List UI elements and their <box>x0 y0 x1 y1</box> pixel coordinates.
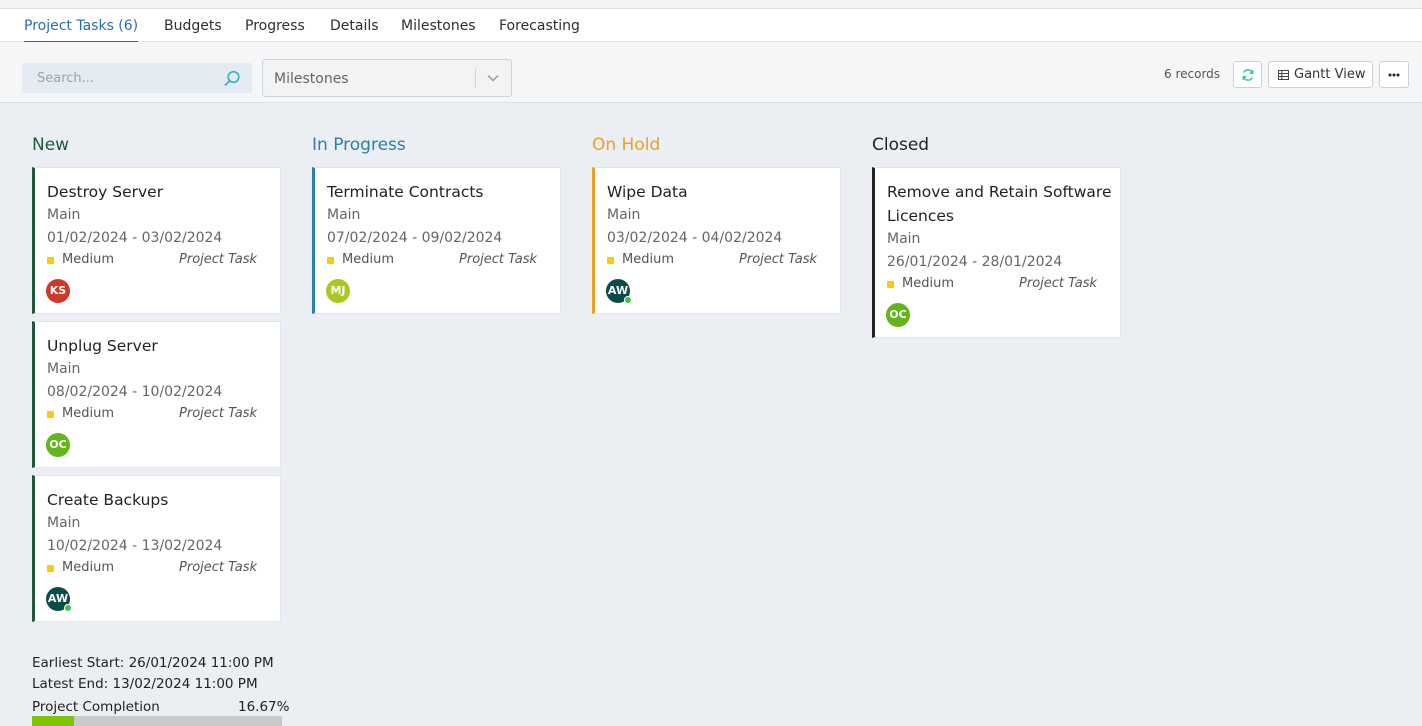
task-priority: Medium <box>342 252 394 267</box>
priority-dot-icon <box>607 257 614 264</box>
assignee-avatar[interactable]: MJ <box>326 279 350 303</box>
search-icon[interactable] <box>224 70 241 87</box>
refresh-button[interactable] <box>1233 61 1262 88</box>
toolbar: Milestones 6 records Gantt View <box>0 42 1422 103</box>
tab-forecasting[interactable]: Forecasting <box>499 18 580 34</box>
avatar-initials: KS <box>49 284 67 297</box>
task-meta: Medium Project Task <box>47 252 257 270</box>
task-milestone: Main <box>47 207 81 223</box>
task-priority: Medium <box>62 560 114 575</box>
task-type: Project Task <box>739 252 817 267</box>
task-card-create-backups[interactable]: Create Backups Main 10/02/2024 - 13/02/2… <box>32 475 281 622</box>
more-options-button[interactable] <box>1379 61 1409 88</box>
tab-project-tasks[interactable]: Project Tasks (6) <box>24 18 139 43</box>
milestones-select-value: Milestones <box>274 71 349 87</box>
task-card-unplug-server[interactable]: Unplug Server Main 08/02/2024 - 10/02/20… <box>32 321 281 468</box>
tab-milestones[interactable]: Milestones <box>401 18 476 34</box>
task-priority: Medium <box>62 406 114 421</box>
task-card-destroy-server[interactable]: Destroy Server Main 01/02/2024 - 03/02/2… <box>32 167 281 314</box>
task-dates: 08/02/2024 - 10/02/2024 <box>47 384 223 400</box>
task-title[interactable]: Unplug Server <box>47 334 272 358</box>
search-input[interactable] <box>22 63 217 93</box>
task-meta: Medium Project Task <box>887 276 1097 294</box>
task-meta: Medium Project Task <box>47 406 257 424</box>
tab-budgets[interactable]: Budgets <box>164 18 222 34</box>
task-title[interactable]: Remove and Retain Software Licences <box>887 180 1112 228</box>
avatar-initials: OC <box>49 438 67 451</box>
task-type: Project Task <box>179 406 257 421</box>
avatar-initials: OC <box>889 308 907 321</box>
assignee-avatar[interactable]: AW <box>606 279 632 304</box>
tab-progress[interactable]: Progress <box>245 18 305 34</box>
refresh-icon <box>1242 69 1254 81</box>
milestones-select[interactable]: Milestones <box>262 59 512 97</box>
priority-dot-icon <box>47 565 54 572</box>
tab-details[interactable]: Details <box>330 18 379 34</box>
online-status-icon <box>624 296 632 304</box>
priority-dot-icon <box>887 281 894 288</box>
avatar-initials: AW <box>607 284 629 297</box>
earliest-start: Earliest Start: 26/01/2024 11:00 PM <box>32 655 274 671</box>
task-type: Project Task <box>459 252 537 267</box>
record-count: 6 records <box>1164 67 1221 81</box>
task-title[interactable]: Terminate Contracts <box>327 180 552 204</box>
task-milestone: Main <box>47 515 81 531</box>
task-milestone: Main <box>887 231 921 247</box>
task-title[interactable]: Destroy Server <box>47 180 272 204</box>
task-priority: Medium <box>622 252 674 267</box>
task-meta: Medium Project Task <box>47 560 257 578</box>
task-meta: Medium Project Task <box>607 252 817 270</box>
gantt-view-button[interactable]: Gantt View <box>1268 61 1373 88</box>
online-status-icon <box>64 604 72 612</box>
task-priority: Medium <box>62 252 114 267</box>
avatar-initials: MJ <box>330 284 346 297</box>
chevron-down-icon[interactable] <box>486 71 500 85</box>
task-milestone: Main <box>47 361 81 377</box>
task-dates: 26/01/2024 - 28/01/2024 <box>887 254 1063 270</box>
task-card-terminate-contracts[interactable]: Terminate Contracts Main 07/02/2024 - 09… <box>312 167 561 314</box>
task-dates: 07/02/2024 - 09/02/2024 <box>327 230 503 246</box>
task-title[interactable]: Create Backups <box>47 488 272 512</box>
task-milestone: Main <box>607 207 641 223</box>
task-dates: 01/02/2024 - 03/02/2024 <box>47 230 223 246</box>
column-header-new: New <box>32 135 70 155</box>
more-icon <box>1388 73 1400 77</box>
task-dates: 10/02/2024 - 13/02/2024 <box>47 538 223 554</box>
task-title[interactable]: Wipe Data <box>607 180 832 204</box>
task-type: Project Task <box>179 252 257 267</box>
task-card-wipe-data[interactable]: Wipe Data Main 03/02/2024 - 04/02/2024 M… <box>592 167 841 314</box>
column-header-in-progress: In Progress <box>312 135 406 155</box>
column-header-on-hold: On Hold <box>592 135 661 155</box>
column-header-closed: Closed <box>872 135 930 155</box>
progress-bar-fill <box>32 716 74 726</box>
assignee-avatar[interactable]: AW <box>46 587 72 612</box>
task-meta: Medium Project Task <box>327 252 537 270</box>
gantt-view-label: Gantt View <box>1294 67 1366 82</box>
priority-dot-icon <box>47 257 54 264</box>
avatar-initials: AW <box>47 592 69 605</box>
task-milestone: Main <box>327 207 361 223</box>
table-icon <box>1278 70 1289 80</box>
project-completion-progress-bar <box>32 716 282 726</box>
priority-dot-icon <box>47 411 54 418</box>
project-completion-percent: 16.67% <box>238 699 290 715</box>
assignee-avatar[interactable]: KS <box>46 279 70 303</box>
latest-end: Latest End: 13/02/2024 11:00 PM <box>32 676 258 692</box>
tab-bar: Project Tasks (6) Budgets Progress Detai… <box>0 9 1422 43</box>
assignee-avatar[interactable]: OC <box>46 433 70 457</box>
project-completion-label: Project Completion <box>32 699 160 715</box>
task-type: Project Task <box>1019 276 1097 291</box>
search-box <box>22 63 252 93</box>
task-card-remove-and-retain-software-licences[interactable]: Remove and Retain Software Licences Main… <box>872 167 1121 338</box>
select-separator <box>475 68 476 88</box>
task-priority: Medium <box>902 276 954 291</box>
task-type: Project Task <box>179 560 257 575</box>
top-strip <box>0 0 1422 9</box>
assignee-avatar[interactable]: OC <box>886 303 910 327</box>
task-dates: 03/02/2024 - 04/02/2024 <box>607 230 783 246</box>
priority-dot-icon <box>327 257 334 264</box>
